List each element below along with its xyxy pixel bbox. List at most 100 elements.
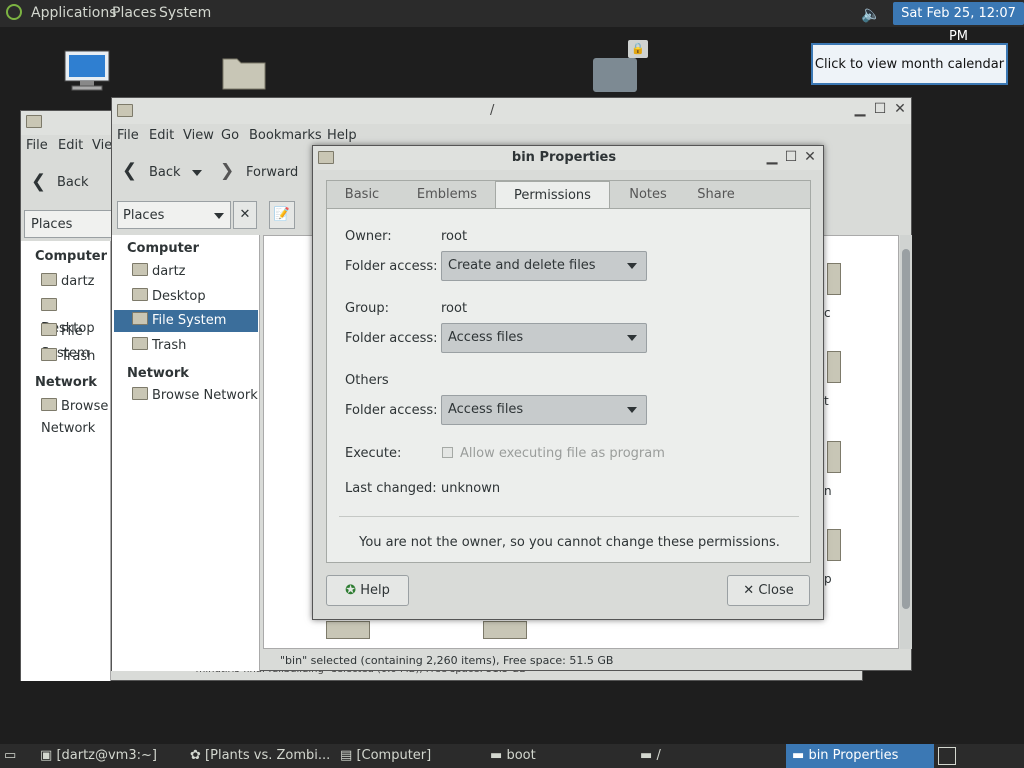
edit-location-button[interactable]: 📝 bbox=[269, 201, 295, 229]
main-window-title: / bbox=[490, 103, 495, 118]
forward-arrow-icon[interactable]: ❯ bbox=[220, 161, 234, 181]
back-sidebar-item-dartz[interactable]: dartz bbox=[41, 271, 94, 293]
launcher-icon[interactable] bbox=[593, 58, 637, 92]
forward-button[interactable]: Forward bbox=[246, 165, 298, 180]
network-icon bbox=[132, 387, 148, 400]
volume-icon[interactable]: 🔈 bbox=[861, 4, 881, 23]
menu-file[interactable]: File bbox=[117, 128, 139, 143]
taskbar-item-terminal[interactable]: ▣ [dartz@vm3:~] bbox=[40, 744, 157, 768]
menu-places[interactable]: Places bbox=[112, 5, 157, 21]
maximize-button[interactable]: ☐ bbox=[873, 102, 887, 116]
dialog-close-window-button[interactable]: ✕ bbox=[803, 150, 817, 164]
tab-emblems[interactable]: Emblems bbox=[405, 181, 489, 209]
tab-notes[interactable]: Notes bbox=[617, 181, 679, 209]
back-arrow-icon[interactable]: ❮ bbox=[31, 171, 46, 192]
back-sidebar-item-desktop[interactable]: Desktop bbox=[41, 296, 110, 336]
owner-value: root bbox=[441, 229, 468, 244]
tab-share[interactable]: Share bbox=[683, 181, 749, 209]
tab-basic[interactable]: Basic bbox=[327, 181, 397, 209]
execute-checkbox-label: Allow executing file as program bbox=[460, 446, 665, 461]
file-label: t bbox=[824, 394, 829, 408]
minimize-button[interactable]: ▁ bbox=[853, 102, 867, 116]
location-combo[interactable]: Places bbox=[117, 201, 231, 229]
close-window-button[interactable]: ✕ bbox=[893, 102, 907, 116]
sidebar-item-dartz[interactable]: dartz bbox=[132, 261, 185, 283]
help-button[interactable]: ✪ Help bbox=[326, 575, 409, 606]
group-access-combo[interactable]: Access files bbox=[441, 323, 647, 353]
sidebar-item-file-system[interactable]: File System bbox=[114, 310, 258, 332]
properties-dialog: bin Properties ▁ ☐ ✕ Basic Emblems Permi… bbox=[312, 145, 824, 620]
computer-icon: ▤ bbox=[340, 748, 353, 763]
desktop-folder-icon bbox=[132, 288, 148, 301]
owner-access-combo[interactable]: Create and delete files bbox=[441, 251, 647, 281]
back-window-back-label[interactable]: Back bbox=[57, 175, 89, 190]
main-window-titlebar[interactable] bbox=[112, 98, 911, 124]
taskbar-item-bin-properties[interactable]: ▬ bin Properties bbox=[786, 744, 934, 768]
clock[interactable]: Sat Feb 25, 12:07 PM bbox=[893, 2, 1024, 44]
chevron-down-icon bbox=[627, 407, 637, 413]
scrollbar-thumb[interactable] bbox=[902, 249, 910, 609]
back-sidebar-computer-heading: Computer bbox=[35, 249, 108, 264]
show-desktop-icon[interactable]: ▭ bbox=[4, 744, 16, 768]
others-access-combo[interactable]: Access files bbox=[441, 395, 647, 425]
tab-permissions[interactable]: Permissions bbox=[495, 181, 610, 210]
computer-icon bbox=[64, 50, 110, 91]
group-value: root bbox=[441, 301, 468, 316]
file-label: c bbox=[824, 306, 831, 320]
folder-icon[interactable] bbox=[827, 351, 841, 383]
taskbar-item-root[interactable]: ▬ / bbox=[640, 744, 661, 768]
back-sidebar-item-browse-network[interactable]: Browse Network bbox=[41, 396, 110, 436]
owner-label: Owner: bbox=[345, 229, 392, 244]
calendar-tooltip: Click to view month calendar bbox=[811, 43, 1008, 85]
desktop-computer[interactable] bbox=[62, 50, 112, 96]
distro-logo-icon[interactable] bbox=[6, 4, 22, 20]
dialog-minimize-button[interactable]: ▁ bbox=[765, 150, 779, 164]
home-folder-icon bbox=[132, 263, 148, 276]
sidebar: Computer dartz Desktop File System Trash… bbox=[112, 235, 260, 671]
folder-icon[interactable] bbox=[827, 441, 841, 473]
menu-help[interactable]: Help bbox=[327, 128, 357, 143]
folder-icon[interactable] bbox=[827, 529, 841, 561]
back-menu-file[interactable]: File bbox=[26, 138, 48, 153]
taskbar-item-plants-vs-zombies[interactable]: ✿ [Plants vs. Zombi... bbox=[190, 744, 330, 768]
help-icon: ✪ bbox=[345, 583, 357, 598]
back-sidebar-item-trash[interactable]: Trash bbox=[41, 346, 95, 368]
sidebar-item-browse-network[interactable]: Browse Network bbox=[132, 385, 258, 407]
folder-icon[interactable] bbox=[483, 621, 527, 639]
group-label: Group: bbox=[345, 301, 389, 316]
close-sidebar-button[interactable]: ✕ bbox=[233, 201, 257, 229]
menu-go[interactable]: Go bbox=[221, 128, 239, 143]
back-sidebar-item-file-system[interactable]: File System bbox=[41, 321, 110, 361]
back-menu-edit[interactable]: Edit bbox=[58, 138, 83, 153]
folder-icon[interactable] bbox=[326, 621, 370, 639]
taskbar-item-computer[interactable]: ▤ [Computer] bbox=[340, 744, 431, 768]
chevron-down-icon bbox=[627, 263, 637, 269]
sidebar-item-trash[interactable]: Trash bbox=[132, 335, 186, 357]
owner-folder-access-label: Folder access: bbox=[345, 259, 438, 274]
close-button[interactable]: ✕ Close bbox=[727, 575, 810, 606]
menu-bookmarks[interactable]: Bookmarks bbox=[249, 128, 322, 143]
desktop-folder-icon bbox=[41, 298, 57, 311]
others-folder-access-label: Folder access: bbox=[345, 403, 438, 418]
dialog-maximize-button[interactable]: ☐ bbox=[784, 150, 798, 164]
folder-icon[interactable] bbox=[827, 263, 841, 295]
back-history-dropdown-icon[interactable] bbox=[192, 170, 202, 176]
back-location-combo[interactable]: Places bbox=[24, 210, 114, 238]
menu-applications[interactable]: Applications bbox=[31, 5, 117, 21]
menu-edit[interactable]: Edit bbox=[149, 128, 174, 143]
back-arrow-icon[interactable]: ❮ bbox=[122, 160, 137, 181]
menu-view[interactable]: View bbox=[183, 128, 214, 143]
folder-icon bbox=[222, 58, 266, 90]
desktop-folder[interactable] bbox=[221, 53, 267, 95]
home-folder-icon bbox=[41, 273, 57, 286]
lock-icon: 🔒 bbox=[628, 40, 648, 58]
menu-system[interactable]: System bbox=[159, 5, 211, 21]
back-button[interactable]: Back bbox=[149, 165, 181, 180]
vertical-scrollbar[interactable] bbox=[900, 235, 912, 649]
taskbar-item-boot[interactable]: ▬ boot bbox=[490, 744, 536, 768]
back-window-folder-icon bbox=[26, 115, 46, 131]
others-access-value: Access files bbox=[448, 402, 524, 417]
sidebar-item-desktop[interactable]: Desktop bbox=[132, 286, 206, 308]
workspace-switcher[interactable] bbox=[938, 747, 956, 765]
execute-checkbox[interactable] bbox=[442, 447, 453, 458]
